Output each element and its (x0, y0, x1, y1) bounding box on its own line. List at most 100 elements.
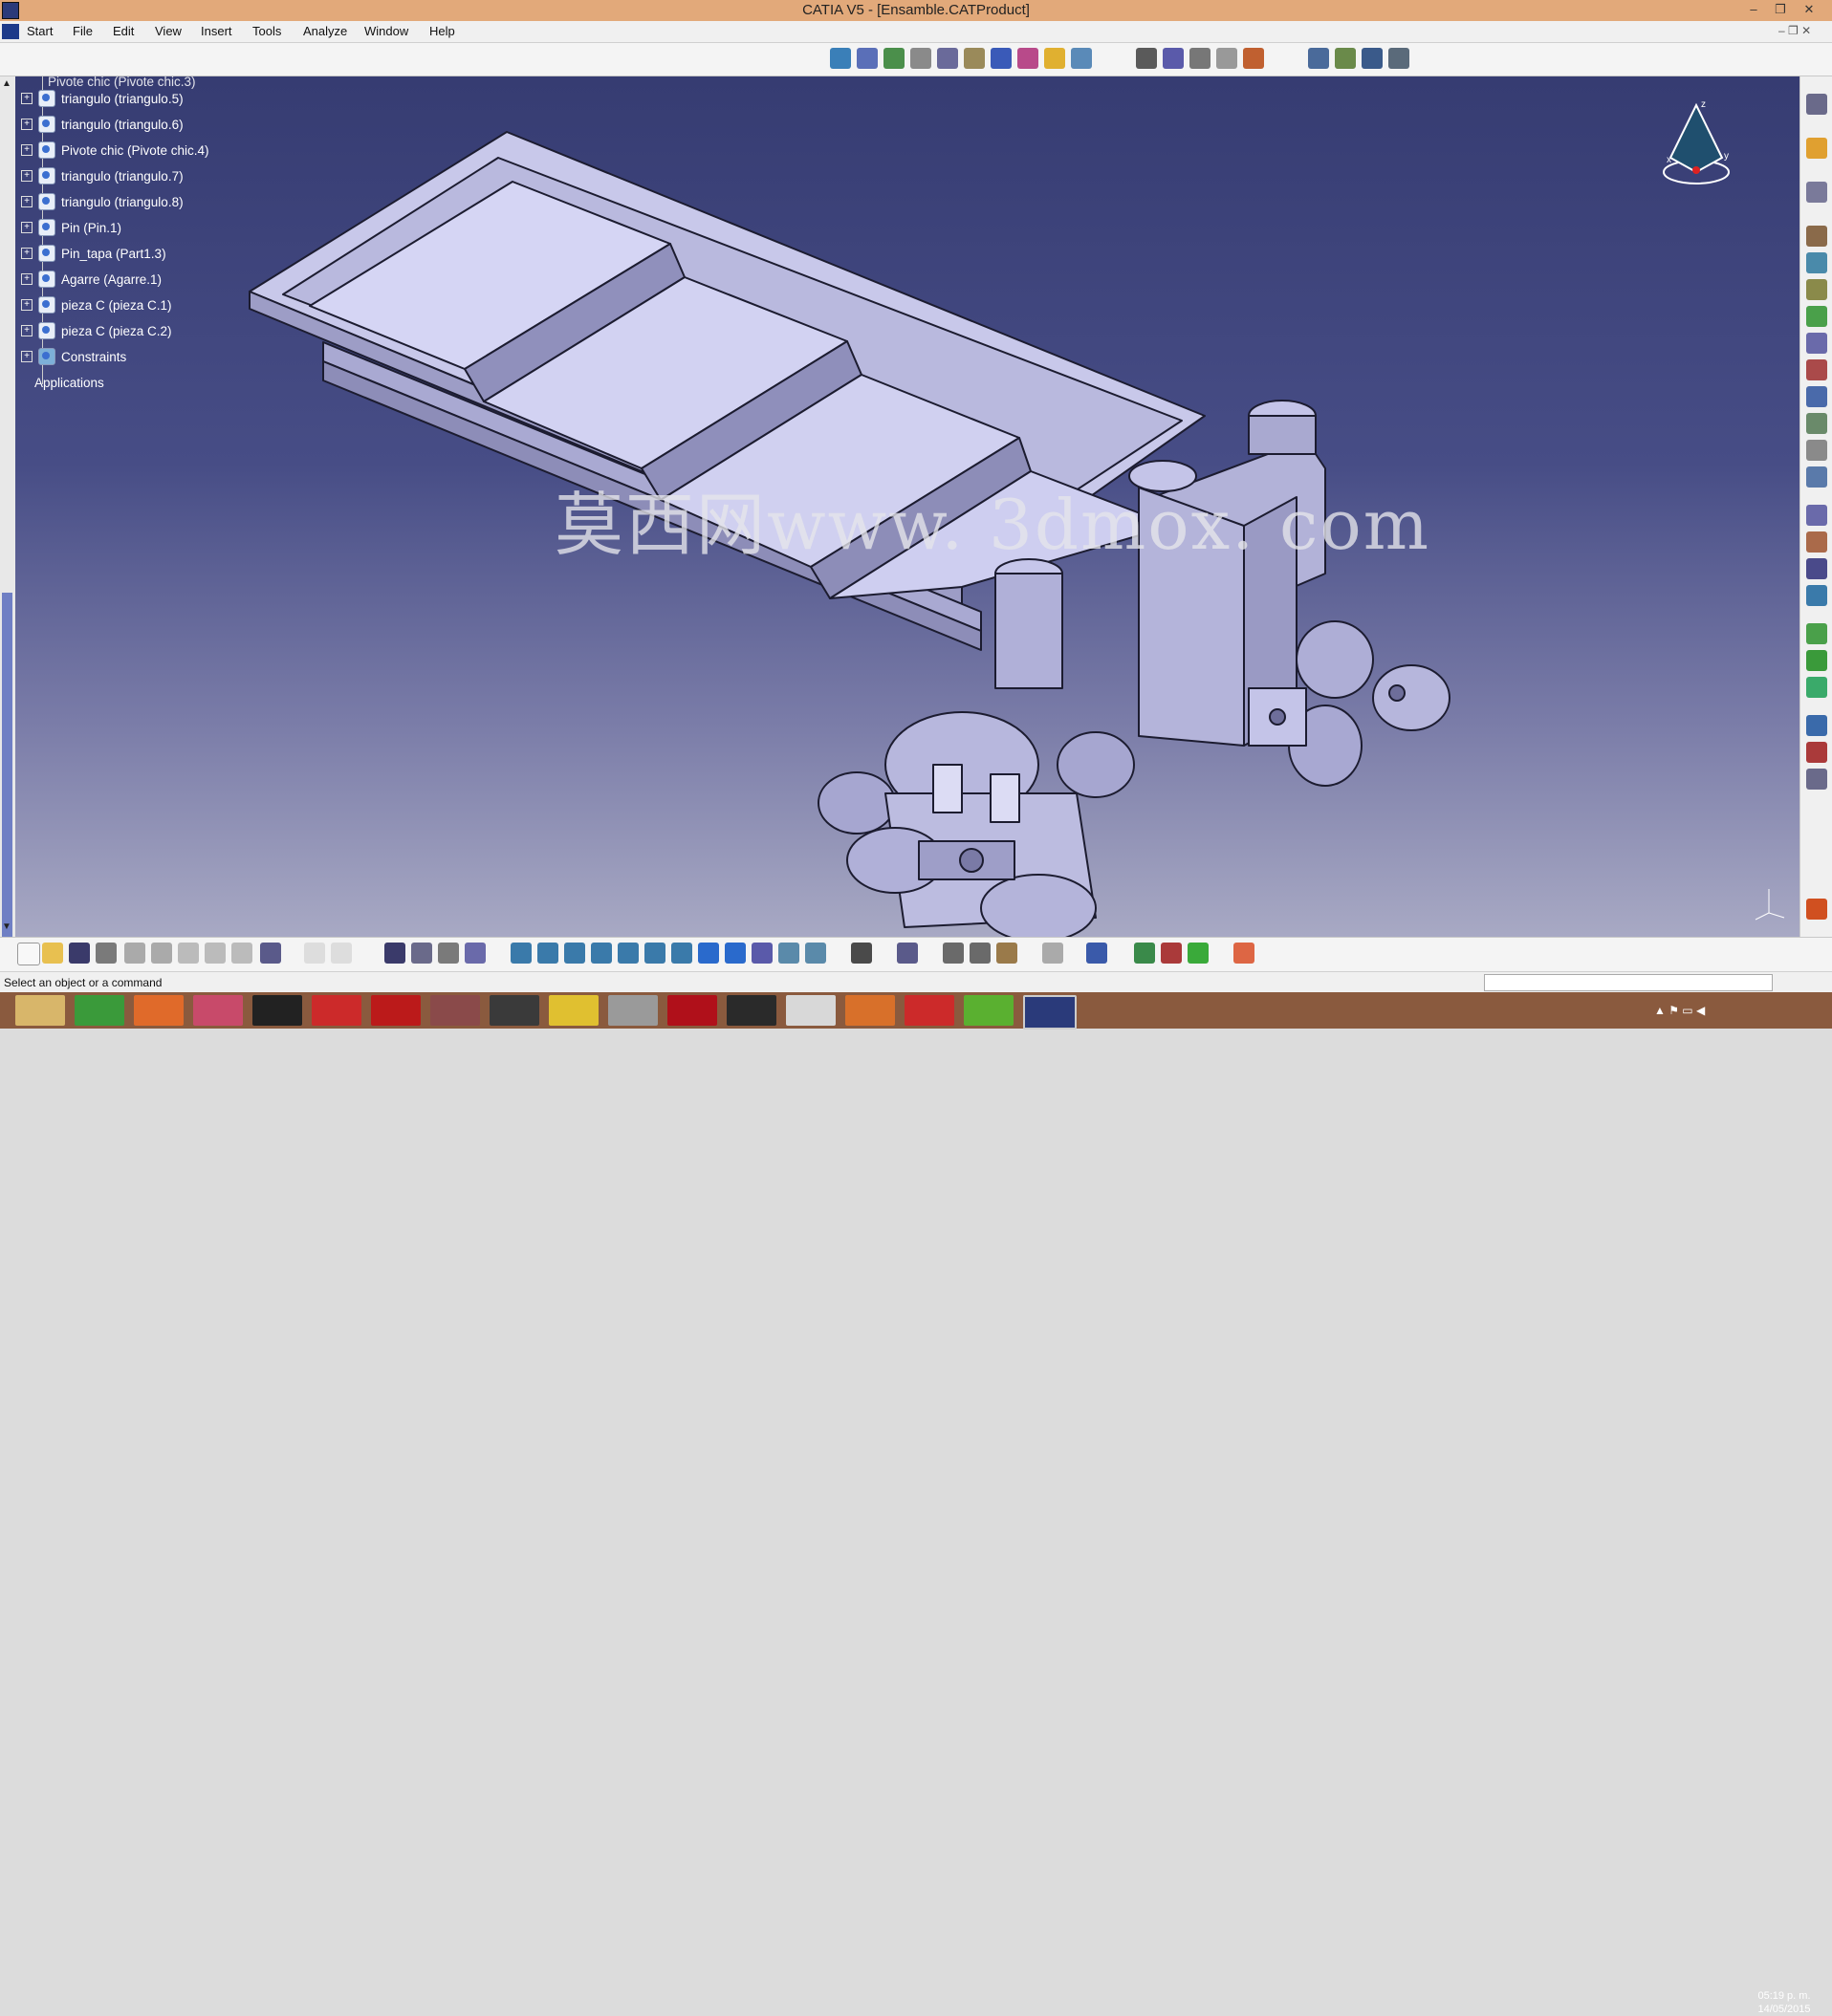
tree-scrollbar[interactable]: ▲ ▼ (0, 76, 16, 1004)
shading-icon[interactable] (752, 943, 773, 964)
apply-material-icon[interactable] (1188, 943, 1209, 964)
tree-node-triangulo-5[interactable]: + triangulo (triangulo.5) (15, 88, 184, 109)
quick-constraint-icon[interactable] (1806, 440, 1827, 461)
autocad-icon[interactable] (371, 995, 421, 1026)
clash-icon[interactable] (1806, 252, 1827, 273)
selective-load-icon[interactable] (1017, 48, 1038, 69)
3d-box-icon[interactable] (786, 995, 836, 1026)
tree-icon[interactable] (465, 943, 486, 964)
expand-icon[interactable]: + (21, 299, 33, 311)
archicad-icon[interactable] (549, 995, 599, 1026)
contact-constraint-icon[interactable] (1806, 306, 1827, 327)
text-annotation-icon[interactable] (1163, 48, 1184, 69)
update-all-icon[interactable] (897, 943, 918, 964)
swift-icon[interactable] (193, 995, 243, 1026)
tool-app-icon[interactable] (608, 995, 658, 1026)
replace-component-icon[interactable] (937, 48, 958, 69)
whats-this-icon[interactable] (260, 943, 281, 964)
paste-icon[interactable] (178, 943, 199, 964)
manipulation-icon[interactable] (1806, 182, 1827, 203)
expand-icon[interactable]: + (21, 325, 33, 336)
expand-icon[interactable]: + (21, 170, 33, 182)
tree-node-triangulo-7[interactable]: + triangulo (triangulo.7) (15, 165, 184, 186)
multi-instantiation-icon[interactable] (1071, 48, 1092, 69)
tree-node-agarre-1[interactable]: + Agarre (Agarre.1) (15, 269, 162, 290)
fix-constraint-icon[interactable] (1806, 386, 1827, 407)
add-icon[interactable] (1806, 650, 1827, 671)
cut-icon[interactable] (124, 943, 145, 964)
sectioning-icon[interactable] (1243, 48, 1264, 69)
menu-start[interactable]: Start (27, 24, 53, 38)
menu-analyze[interactable]: Analyze (303, 24, 347, 38)
constraint-icon[interactable] (1308, 48, 1329, 69)
coincidence-constraint-icon[interactable] (1806, 279, 1827, 300)
flag-note-icon[interactable] (1189, 48, 1210, 69)
media-player-icon[interactable] (727, 995, 776, 1026)
product-icon[interactable] (830, 48, 851, 69)
zoom-in-icon[interactable] (618, 943, 639, 964)
print-icon[interactable] (96, 943, 117, 964)
firefox-icon[interactable] (134, 995, 184, 1026)
rotate-icon[interactable] (591, 943, 612, 964)
swap-space-icon[interactable] (805, 943, 826, 964)
redo-icon[interactable] (231, 943, 252, 964)
offset-constraint-icon[interactable] (1806, 333, 1827, 354)
fix-component-icon[interactable] (1335, 48, 1356, 69)
menu-file[interactable]: File (73, 24, 93, 38)
measure-item-icon[interactable] (970, 943, 991, 964)
menu-insert[interactable]: Insert (201, 24, 232, 38)
tree-node-applications[interactable]: Applications (15, 372, 104, 393)
angle-constraint-icon[interactable] (1806, 359, 1827, 380)
remove-icon[interactable] (1806, 677, 1827, 698)
reuse-icon[interactable] (1806, 531, 1827, 553)
expand-icon[interactable]: + (21, 351, 33, 362)
component-icon[interactable] (857, 48, 878, 69)
weld-icon[interactable] (1806, 742, 1827, 763)
graph-tree-icon[interactable] (964, 48, 985, 69)
update-icon[interactable] (1362, 48, 1383, 69)
pan-icon[interactable] (564, 943, 585, 964)
manage-representations-icon[interactable] (1044, 48, 1065, 69)
annotation-icon[interactable] (1806, 715, 1827, 736)
reuse-pattern-icon[interactable] (1388, 48, 1409, 69)
netflix-icon[interactable] (667, 995, 717, 1026)
expand-icon[interactable]: + (21, 222, 33, 233)
minimize-button[interactable]: – (1740, 0, 1767, 19)
tree-node-pin-tapa[interactable]: + Pin_tapa (Part1.3) (15, 243, 166, 264)
file-explorer-icon[interactable] (15, 995, 65, 1026)
snap-icon[interactable] (1136, 48, 1157, 69)
close-button[interactable]: ✕ (1796, 0, 1822, 19)
hide-show-icon[interactable] (778, 943, 799, 964)
camera-icon[interactable] (851, 943, 872, 964)
scroll-down-arrow[interactable]: ▼ (2, 921, 11, 932)
chrome-icon[interactable] (75, 995, 124, 1026)
menu-tools[interactable]: Tools (252, 24, 281, 38)
tree-node-pieza-c-1[interactable]: + pieza C (pieza C.1) (15, 294, 172, 315)
grid-icon[interactable] (1233, 943, 1254, 964)
expand-icon[interactable]: + (21, 273, 33, 285)
sync-icon[interactable] (1042, 943, 1063, 964)
catia-active-icon[interactable] (1023, 995, 1077, 1030)
menu-window[interactable]: Window (364, 24, 408, 38)
expand-icon[interactable]: + (21, 144, 33, 156)
copy-icon[interactable] (151, 943, 172, 964)
multi-view-icon[interactable] (698, 943, 719, 964)
part-icon[interactable] (883, 48, 905, 69)
tree-node-pieza-c-2[interactable]: + pieza C (pieza C.2) (15, 320, 172, 341)
expand-icon[interactable]: + (21, 93, 33, 104)
fly-mode-icon[interactable] (511, 943, 532, 964)
measure-icon[interactable] (1806, 769, 1827, 790)
tree-node-triangulo-8[interactable]: + triangulo (triangulo.8) (15, 191, 184, 212)
expand-icon[interactable]: + (21, 248, 33, 259)
tree-node-triangulo-6[interactable]: + triangulo (triangulo.6) (15, 114, 184, 135)
tree-node-constraints[interactable]: + Constraints (15, 346, 126, 367)
menu-help[interactable]: Help (429, 24, 455, 38)
links-icon[interactable] (411, 943, 432, 964)
expand-icon[interactable]: + (21, 196, 33, 207)
solidworks-icon[interactable] (312, 995, 361, 1026)
sketch-icon[interactable] (1086, 943, 1107, 964)
nuke-icon[interactable] (905, 995, 954, 1026)
menu-view[interactable]: View (155, 24, 182, 38)
restore-button[interactable]: ❐ (1767, 0, 1794, 19)
formula-icon[interactable] (304, 943, 325, 964)
